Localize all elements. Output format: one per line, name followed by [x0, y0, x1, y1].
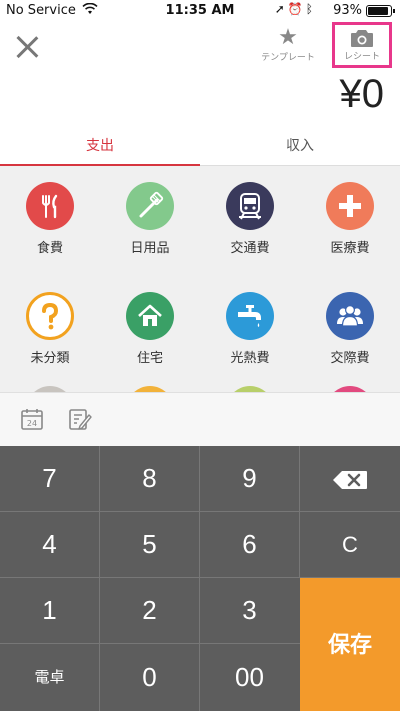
- amount-display: ¥0: [339, 72, 385, 116]
- memo-edit-icon: [69, 409, 92, 430]
- tab-bar: 支出 収入: [0, 132, 400, 167]
- category-partial-1[interactable]: [0, 370, 100, 392]
- key-4[interactable]: 4: [0, 512, 99, 577]
- status-icons: ➚⏰ᛒ: [275, 2, 316, 16]
- category-label: 日用品: [130, 241, 170, 256]
- keypad: 7 8 9 4 5 6 C 1 2 3 電卓 0 00 保存: [0, 446, 400, 711]
- category-partial-2[interactable]: [100, 370, 200, 392]
- medical-cross-icon: [326, 182, 374, 230]
- category-label: 住宅: [136, 351, 163, 366]
- template-button[interactable]: ★ テンプレート: [252, 26, 324, 66]
- close-button[interactable]: [14, 34, 40, 60]
- star-icon: ★: [278, 25, 298, 50]
- template-label: テンプレート: [261, 53, 315, 63]
- category-label: 未分類: [30, 351, 70, 366]
- toothbrush-icon: [126, 182, 174, 230]
- key-0[interactable]: 0: [100, 644, 199, 711]
- keypad-divider: [0, 511, 400, 512]
- utensils-icon: [26, 182, 74, 230]
- category-label: 交際費: [330, 351, 370, 366]
- keypad-divider: [199, 446, 200, 711]
- location-icon: ➚: [274, 2, 288, 16]
- category-daily-goods[interactable]: 日用品: [100, 166, 200, 276]
- calendar-icon: 24: [21, 409, 43, 430]
- faucet-icon: [226, 292, 274, 340]
- category-medical[interactable]: 医療費: [300, 166, 400, 276]
- key-5[interactable]: 5: [100, 512, 199, 577]
- house-icon: [126, 292, 174, 340]
- memo-button[interactable]: [68, 407, 94, 433]
- key-2[interactable]: 2: [100, 578, 199, 643]
- keypad-divider: [299, 446, 300, 578]
- people-icon: [326, 292, 374, 340]
- key-7[interactable]: 7: [0, 446, 99, 511]
- category-partial-3[interactable]: [200, 370, 300, 392]
- key-00[interactable]: 00: [200, 644, 299, 711]
- backspace-button[interactable]: [300, 446, 400, 511]
- category-food[interactable]: 食費: [0, 166, 100, 276]
- category-label: 医療費: [330, 241, 370, 256]
- receipt-button[interactable]: レシート: [332, 22, 392, 68]
- calendar-button[interactable]: 24: [20, 407, 46, 433]
- category-label: 光熱費: [230, 351, 270, 366]
- question-icon: [26, 292, 74, 340]
- calculator-button[interactable]: 電卓: [0, 644, 99, 711]
- key-3[interactable]: 3: [200, 578, 299, 643]
- category-grid: 食費 日用品 交通費 医療費 未分類 住宅 光熱費 交際費: [0, 166, 400, 392]
- clear-button[interactable]: C: [300, 512, 400, 577]
- calendar-day: 24: [27, 419, 37, 428]
- keypad-divider: [99, 446, 100, 711]
- battery-icon: [366, 5, 395, 17]
- key-8[interactable]: 8: [100, 446, 199, 511]
- bluetooth-icon: ᛒ: [305, 2, 316, 16]
- camera-icon: [351, 30, 373, 47]
- category-partial-4[interactable]: [300, 370, 400, 392]
- key-6[interactable]: 6: [200, 512, 299, 577]
- alarm-icon: ⏰: [287, 2, 306, 16]
- tab-income[interactable]: 収入: [200, 132, 400, 166]
- receipt-label: レシート: [343, 52, 380, 62]
- status-bar: No Service 11:35 AM ➚⏰ᛒ 93%: [0, 0, 400, 22]
- category-transport[interactable]: 交通費: [200, 166, 300, 276]
- tab-expense[interactable]: 支出: [0, 132, 200, 167]
- train-icon: [226, 182, 274, 230]
- battery-percentage: 93%: [333, 3, 362, 18]
- keypad-divider: [0, 577, 400, 578]
- category-label: 交通費: [230, 241, 270, 256]
- category-label: 食費: [36, 241, 63, 256]
- keypad-divider: [0, 643, 300, 644]
- key-9[interactable]: 9: [200, 446, 299, 511]
- save-button[interactable]: 保存: [300, 578, 400, 711]
- backspace-icon: [333, 471, 367, 490]
- tool-row: 24: [0, 392, 400, 446]
- key-1[interactable]: 1: [0, 578, 99, 643]
